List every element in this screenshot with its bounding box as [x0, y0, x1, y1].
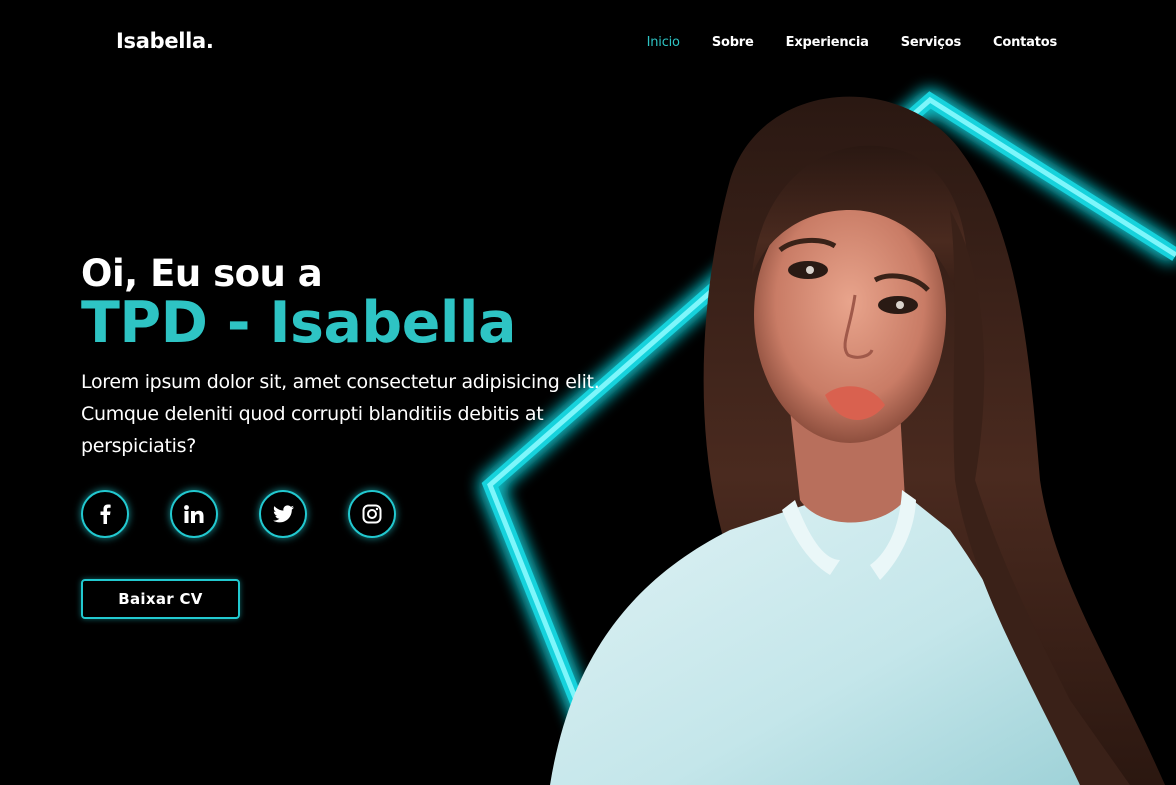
- facebook-icon: [100, 504, 111, 524]
- linkedin-button[interactable]: [170, 490, 218, 538]
- linkedin-icon: [184, 505, 204, 523]
- instagram-button[interactable]: [348, 490, 396, 538]
- logo[interactable]: Isabella.: [116, 29, 214, 53]
- site-header: Isabella. Inicio Sobre Experiencia Servi…: [0, 0, 1176, 88]
- main-nav: Inicio Sobre Experiencia Serviços Contat…: [647, 35, 1058, 50]
- hero-name: TPD - Isabella: [81, 290, 516, 356]
- twitter-icon: [272, 505, 294, 523]
- social-links: [81, 490, 396, 538]
- nav-link-inicio[interactable]: Inicio: [647, 35, 680, 50]
- hero-section: Oi, Eu sou a TPD - Isabella Lorem ipsum …: [81, 252, 681, 462]
- download-cv-button[interactable]: Baixar CV: [81, 579, 240, 619]
- twitter-button[interactable]: [259, 490, 307, 538]
- hero-description: Lorem ipsum dolor sit, amet consectetur …: [81, 371, 600, 457]
- facebook-button[interactable]: [81, 490, 129, 538]
- nav-link-sobre[interactable]: Sobre: [712, 35, 754, 50]
- page: Isabella. Inicio Sobre Experiencia Servi…: [0, 0, 1176, 785]
- nav-link-servicos[interactable]: Serviços: [901, 35, 961, 50]
- nav-link-contatos[interactable]: Contatos: [993, 35, 1057, 50]
- nav-link-experiencia[interactable]: Experiencia: [786, 35, 869, 50]
- instagram-icon: [362, 504, 382, 524]
